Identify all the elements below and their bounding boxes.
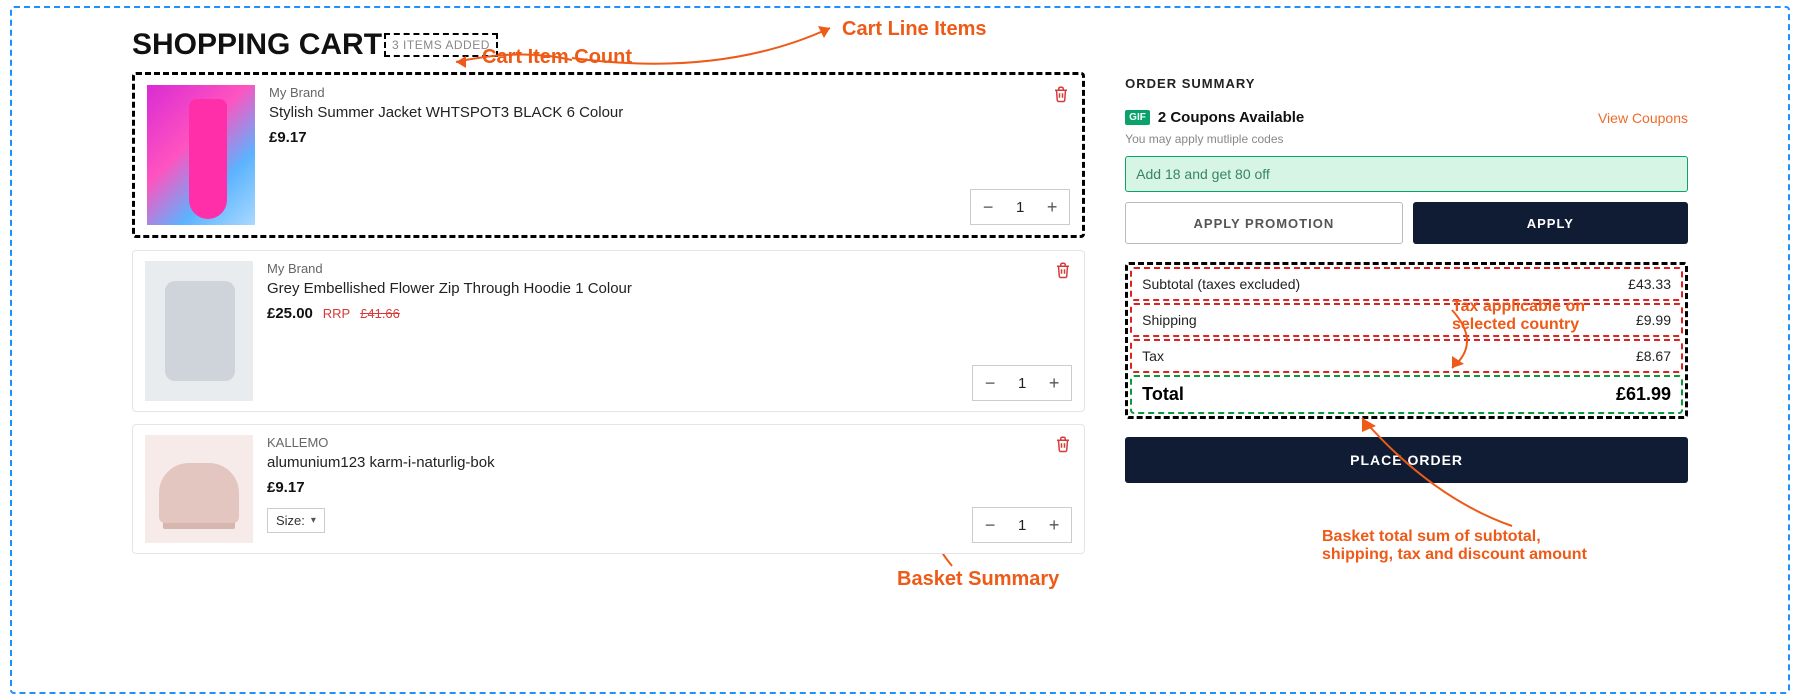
rrp-price: £41.66 [360, 306, 400, 321]
trash-icon [1052, 85, 1070, 103]
brand-label: KALLEMO [267, 435, 1072, 450]
line-item: KALLEMO alumunium123 karm-i-naturlig-bok… [132, 424, 1085, 554]
product-name[interactable]: alumunium123 karm-i-naturlig-bok [267, 454, 1072, 471]
tax-row: Tax £8.67 [1130, 339, 1683, 373]
product-name[interactable]: Stylish Summer Jacket WHTSPOT3 BLACK 6 C… [269, 104, 1070, 121]
remove-item-button[interactable] [1052, 85, 1070, 108]
shipping-label: Shipping [1142, 312, 1197, 328]
remove-item-button[interactable] [1054, 261, 1072, 284]
qty-value: 1 [1005, 199, 1035, 216]
product-image [145, 435, 253, 543]
place-order-button[interactable]: PLACE ORDER [1125, 437, 1688, 483]
cart-item-count-badge: 3 ITEMS ADDED [384, 33, 498, 57]
qty-increase-button[interactable]: + [1037, 366, 1071, 400]
size-select[interactable]: Size: ▾ [267, 508, 325, 533]
total-value: £61.99 [1616, 384, 1671, 405]
qty-decrease-button[interactable]: − [973, 366, 1007, 400]
qty-increase-button[interactable]: + [1035, 190, 1069, 224]
product-image [145, 261, 253, 401]
shipping-row: Shipping £9.99 [1130, 303, 1683, 337]
tax-value: £8.67 [1636, 348, 1671, 364]
tax-label: Tax [1142, 348, 1164, 364]
product-image [147, 85, 255, 225]
quantity-stepper[interactable]: − 1 + [970, 189, 1070, 225]
size-label: Size: [276, 513, 305, 528]
total-label: Total [1142, 384, 1184, 405]
apply-button[interactable]: APPLY [1413, 202, 1688, 244]
subtotal-value: £43.33 [1628, 276, 1671, 292]
page-title: SHOPPING CART [132, 28, 382, 62]
basket-summary-box: Subtotal (taxes excluded) £43.33 Shippin… [1125, 262, 1688, 419]
order-summary: ORDER SUMMARY GIF 2 Coupons Available Vi… [1125, 72, 1688, 566]
qty-decrease-button[interactable]: − [973, 508, 1007, 542]
promo-code-input[interactable] [1125, 156, 1688, 192]
line-item: My Brand Grey Embellished Flower Zip Thr… [132, 250, 1085, 412]
product-price: £9.17 [269, 129, 307, 146]
rrp-prefix: RRP [323, 306, 350, 321]
shipping-value: £9.99 [1636, 312, 1671, 328]
remove-item-button[interactable] [1054, 435, 1072, 458]
qty-value: 1 [1007, 517, 1037, 534]
coupon-hint: You may apply mutliple codes [1125, 132, 1688, 146]
product-name[interactable]: Grey Embellished Flower Zip Through Hood… [267, 280, 1072, 297]
app-frame: SHOPPING CART 3 ITEMS ADDED Cart Item Co… [10, 6, 1790, 694]
coupons-available-text: 2 Coupons Available [1158, 109, 1304, 126]
product-price: £9.17 [267, 479, 305, 496]
quantity-stepper[interactable]: − 1 + [972, 507, 1072, 543]
quantity-stepper[interactable]: − 1 + [972, 365, 1072, 401]
total-row: Total £61.99 [1130, 375, 1683, 414]
trash-icon [1054, 435, 1072, 453]
qty-increase-button[interactable]: + [1037, 508, 1071, 542]
cart-line-items: My Brand Stylish Summer Jacket WHTSPOT3 … [132, 72, 1085, 566]
chevron-down-icon: ▾ [311, 515, 316, 526]
brand-label: My Brand [269, 85, 1070, 100]
product-price: £25.00 [267, 305, 313, 322]
qty-decrease-button[interactable]: − [971, 190, 1005, 224]
order-summary-title: ORDER SUMMARY [1125, 76, 1688, 91]
apply-promotion-button[interactable]: APPLY PROMOTION [1125, 202, 1402, 244]
subtotal-row: Subtotal (taxes excluded) £43.33 [1130, 267, 1683, 301]
trash-icon [1054, 261, 1072, 279]
gif-badge: GIF [1125, 110, 1150, 125]
qty-value: 1 [1007, 375, 1037, 392]
anno-basket-summary: Basket Summary [897, 568, 1059, 591]
line-item: My Brand Stylish Summer Jacket WHTSPOT3 … [132, 72, 1085, 238]
subtotal-label: Subtotal (taxes excluded) [1142, 276, 1300, 292]
view-coupons-link[interactable]: View Coupons [1598, 110, 1688, 126]
brand-label: My Brand [267, 261, 1072, 276]
